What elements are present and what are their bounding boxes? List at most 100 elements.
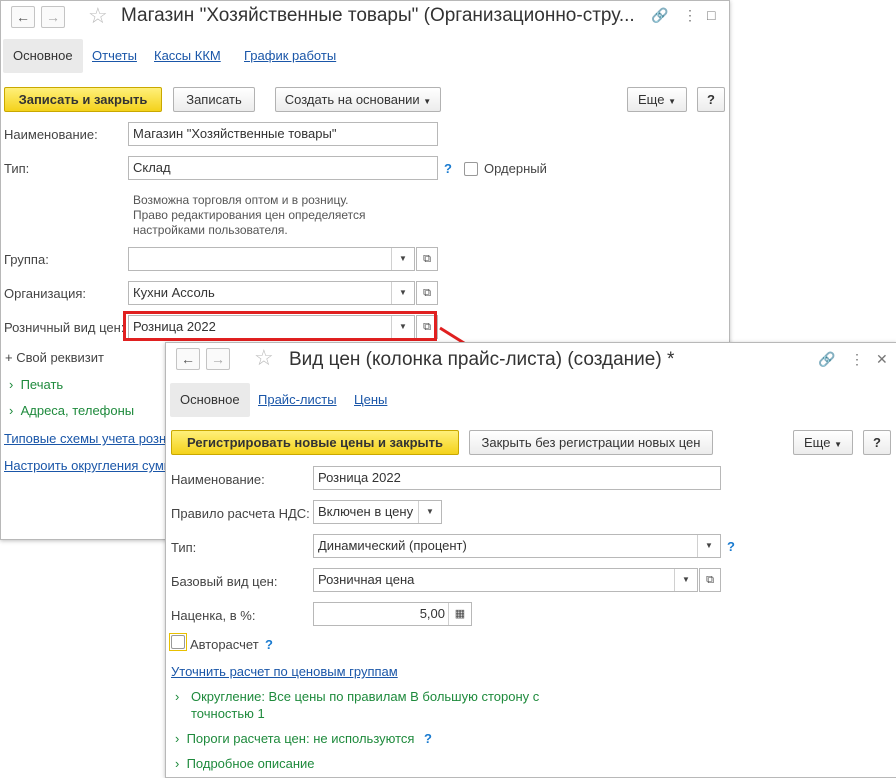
type-label: Тип: (4, 161, 30, 176)
group-field[interactable]: ▼ (128, 247, 415, 271)
close-without-registration-button[interactable]: Закрыть без регистрации новых цен (469, 430, 713, 455)
name-field[interactable]: Магазин "Хозяйственные товары" (128, 122, 438, 146)
rounding-line1[interactable]: Округление: Все цены по правилам В больш… (191, 689, 539, 704)
type-value: Динамический (процент) (318, 538, 467, 553)
tab-main[interactable]: Основное (170, 383, 250, 417)
chevron-right-icon: › (175, 689, 180, 704)
restore-icon[interactable]: □ (707, 7, 715, 23)
type-field[interactable]: Склад (128, 156, 438, 180)
menu-dots-icon[interactable]: ⋮ (850, 351, 864, 367)
save-and-close-button[interactable]: Записать и закрыть (4, 87, 162, 112)
type-note-line2: Право редактирования цен определяется (133, 208, 366, 222)
more-label: Еще (638, 92, 665, 107)
rounding-line2[interactable]: точностью 1 (191, 706, 265, 721)
tab-cash-registers[interactable]: Кассы ККМ (154, 39, 221, 73)
tab-reports[interactable]: Отчеты (92, 39, 137, 73)
help-button[interactable]: ? (697, 87, 725, 112)
type-label: Тип: (171, 540, 197, 555)
create-based-on-button[interactable]: Создать на основании ▼ (275, 87, 441, 112)
accounting-schemes-link[interactable]: Типовые схемы учета розн (4, 431, 166, 446)
chevron-down-icon: ▼ (423, 97, 432, 106)
chevron-right-icon: › (9, 403, 14, 418)
name-label: Наименование: (171, 472, 265, 487)
retail-price-type-label: Розничный вид цен: (4, 320, 125, 335)
favorite-star-icon[interactable]: ☆ (254, 347, 274, 369)
base-price-type-value: Розничная цена (318, 572, 415, 587)
organization-field[interactable]: Кухни Ассоль ▼ (128, 281, 415, 305)
menu-dots-icon[interactable]: ⋮ (683, 7, 697, 23)
type-note-line1: Возможна торговля оптом и в розницу. (133, 193, 349, 207)
chevron-right-icon: › (175, 731, 180, 746)
help-question-icon[interactable]: ? (265, 637, 273, 652)
markup-label: Наценка, в %: (171, 608, 256, 623)
thresholds-label: Пороги расчета цен: не используются (186, 731, 415, 746)
type-note-line3: настройками пользователя. (133, 223, 288, 237)
print-group[interactable]: › Печать (9, 377, 63, 392)
forward-button[interactable]: → (41, 6, 65, 28)
description-label: Подробное описание (186, 756, 315, 771)
back-button[interactable]: ← (11, 6, 35, 28)
more-button[interactable]: Еще ▼ (793, 430, 853, 455)
base-price-type-field[interactable]: Розничная цена ▼ (313, 568, 698, 592)
type-field[interactable]: Динамический (процент) ▼ (313, 534, 721, 558)
link-icon[interactable]: 🔗 (818, 351, 835, 367)
name-label: Наименование: (4, 127, 98, 142)
calculator-icon[interactable]: ▦ (448, 603, 471, 625)
chevron-down-icon: ▼ (668, 97, 676, 106)
forward-button[interactable]: → (206, 348, 230, 370)
more-label: Еще (804, 435, 831, 450)
rounding-group[interactable]: › (175, 689, 179, 704)
auto-calc-label: Авторасчет (190, 637, 259, 652)
save-button[interactable]: Записать (173, 87, 255, 112)
rounding-settings-link[interactable]: Настроить округления сумм (4, 458, 173, 473)
open-icon[interactable]: ⧉ (416, 247, 438, 271)
chevron-down-icon: ▼ (834, 440, 842, 449)
name-field[interactable]: Розница 2022 (313, 466, 721, 490)
thresholds-group[interactable]: › Пороги расчета цен: не используются (175, 731, 414, 746)
markup-field[interactable]: 5,00 ▦ (313, 602, 472, 626)
close-icon[interactable]: ✕ (876, 351, 888, 367)
help-question-icon[interactable]: ? (727, 539, 735, 554)
register-and-close-button[interactable]: Регистрировать новые цены и закрыть (171, 430, 459, 455)
window-title: Магазин "Хозяйственные товары" (Организа… (121, 5, 635, 26)
tab-schedule[interactable]: График работы (244, 39, 336, 73)
dropdown-arrow-icon[interactable]: ▼ (674, 569, 697, 591)
order-checkbox[interactable] (464, 162, 478, 176)
tab-prices[interactable]: Цены (354, 383, 387, 417)
chevron-right-icon: › (175, 756, 180, 771)
link-icon[interactable]: 🔗 (651, 7, 668, 23)
open-icon[interactable]: ⧉ (416, 281, 438, 305)
refine-by-price-groups-link[interactable]: Уточнить расчет по ценовым группам (171, 664, 398, 679)
help-button[interactable]: ? (863, 430, 891, 455)
markup-value: 5,00 (419, 606, 445, 621)
vat-rule-label: Правило расчета НДС: (171, 506, 310, 521)
dropdown-arrow-icon[interactable]: ▼ (391, 248, 414, 270)
tab-main[interactable]: Основное (3, 39, 83, 73)
dropdown-arrow-icon[interactable]: ▼ (697, 535, 720, 557)
window-title: Вид цен (колонка прайс-листа) (создание)… (289, 349, 675, 370)
favorite-star-icon[interactable]: ☆ (88, 5, 108, 27)
print-label: Печать (20, 377, 64, 392)
open-icon[interactable]: ⧉ (699, 568, 721, 592)
more-button[interactable]: Еще ▼ (627, 87, 687, 112)
tab-price-lists[interactable]: Прайс-листы (258, 383, 337, 417)
custom-attribute-link[interactable]: + Свой реквизит (5, 350, 104, 365)
base-price-type-label: Базовый вид цен: (171, 574, 278, 589)
description-group[interactable]: › Подробное описание (175, 756, 315, 771)
highlight-frame (123, 311, 437, 341)
price-type-window: ← → ☆ Вид цен (колонка прайс-листа) (соз… (165, 342, 896, 778)
help-question-icon[interactable]: ? (424, 731, 432, 746)
help-question-icon[interactable]: ? (444, 161, 452, 176)
dropdown-arrow-icon[interactable]: ▼ (418, 501, 441, 523)
addresses-label: Адреса, телефоны (20, 403, 135, 418)
vat-rule-value: Включен в цену (318, 504, 414, 519)
group-label: Группа: (4, 252, 49, 267)
organization-label: Организация: (4, 286, 87, 301)
vat-rule-field[interactable]: Включен в цену ▼ (313, 500, 442, 524)
auto-calc-checkbox[interactable] (171, 635, 185, 649)
chevron-right-icon: › (9, 377, 14, 392)
addresses-group[interactable]: › Адреса, телефоны (9, 403, 134, 418)
back-button[interactable]: ← (176, 348, 200, 370)
create-based-label: Создать на основании (284, 92, 420, 107)
dropdown-arrow-icon[interactable]: ▼ (391, 282, 414, 304)
